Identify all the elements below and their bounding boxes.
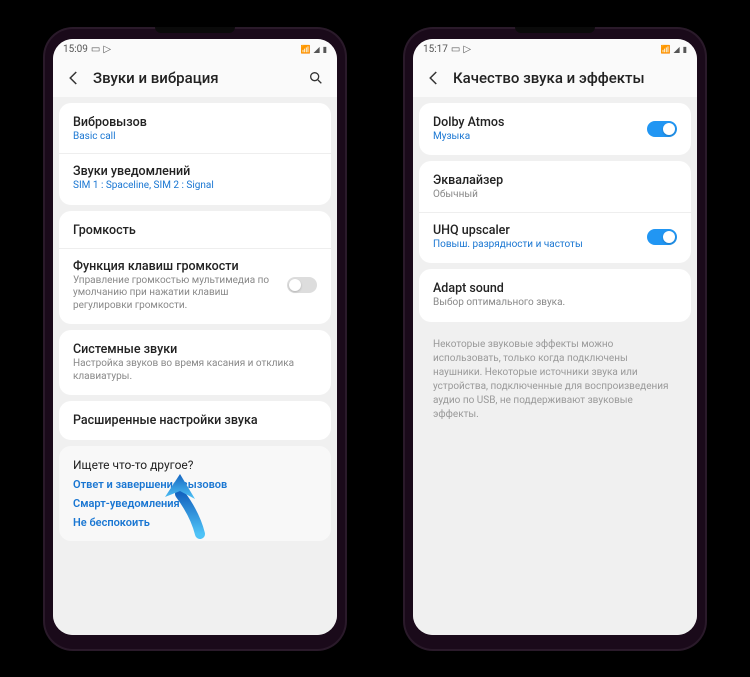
status-time: 15:17 <box>423 44 448 55</box>
card-system-sounds: Системные звуки Настройка звуков во врем… <box>59 330 331 395</box>
back-icon[interactable] <box>65 69 83 87</box>
status-time: 15:09 <box>63 44 88 55</box>
row-subtitle: Basic call <box>73 131 317 144</box>
row-title: Функция клавиш громкости <box>73 259 317 274</box>
toggle-volume-keys[interactable] <box>287 277 317 293</box>
page-title: Звуки и вибрация <box>93 69 297 87</box>
row-title: Adapt sound <box>433 281 677 296</box>
row-notification-sounds[interactable]: Звуки уведомлений SIM 1 : Spaceline, SIM… <box>59 153 331 203</box>
wifi-icon: 📶 <box>660 45 670 54</box>
toggle-dolby-atmos[interactable] <box>647 121 677 137</box>
signal-icon: ◢ <box>673 45 679 54</box>
notification-icon: ▭ <box>451 44 460 55</box>
looking-for-title: Ищете что-то другое? <box>73 458 317 472</box>
back-icon[interactable] <box>425 69 443 87</box>
row-subtitle: SIM 1 : Spaceline, SIM 2 : Signal <box>73 180 317 193</box>
row-title: Системные звуки <box>73 342 317 357</box>
notification-icon: ▭ <box>91 44 100 55</box>
wifi-icon: 📶 <box>300 45 310 54</box>
phone-right: 15:17 ▭ ▷ 📶 ◢ ▮ Качество звука и эффекты… <box>405 29 705 649</box>
footer-links: Ответ и завершение вызовов Смарт-уведомл… <box>73 478 317 529</box>
link-smart-notifications[interactable]: Смарт-уведомления <box>73 497 317 510</box>
toggle-uhq-upscaler[interactable] <box>647 229 677 245</box>
row-subtitle: Музыка <box>433 131 677 144</box>
row-volume-keys-function[interactable]: Функция клавиш громкости Управление гром… <box>59 248 331 323</box>
signal-icon: ◢ <box>313 45 319 54</box>
battery-icon: ▮ <box>323 45 327 54</box>
notification-icon: ▷ <box>463 44 471 55</box>
footer-note: Некоторые звуковые эффекты можно использ… <box>419 328 691 426</box>
row-title: Звуки уведомлений <box>73 164 317 179</box>
row-title: Вибровызов <box>73 115 317 130</box>
settings-content: Dolby Atmos Музыка Эквалайзер Обычный UH… <box>413 97 697 635</box>
row-subtitle: Обычный <box>433 189 677 202</box>
card-adapt-sound: Adapt sound Выбор оптимального звука. <box>419 269 691 322</box>
status-bar: 15:09 ▭ ▷ 📶 ◢ ▮ <box>53 39 337 61</box>
card-dolby: Dolby Atmos Музыка <box>419 103 691 156</box>
card-volume: Громкость Функция клавиш громкости Управ… <box>59 211 331 325</box>
row-advanced-sound-settings[interactable]: Расширенные настройки звука <box>59 403 331 438</box>
row-title: UHQ upscaler <box>433 223 677 238</box>
row-vibration-call[interactable]: Вибровызов Basic call <box>59 105 331 154</box>
page-header: Качество звука и эффекты <box>413 61 697 97</box>
row-uhq-upscaler[interactable]: UHQ upscaler Повыш. разрядности и частот… <box>419 212 691 262</box>
row-title: Dolby Atmos <box>433 115 677 130</box>
row-title: Расширенные настройки звука <box>73 413 317 428</box>
page-header: Звуки и вибрация <box>53 61 337 97</box>
link-do-not-disturb[interactable]: Не беспокоить <box>73 516 317 529</box>
screen-right: 15:17 ▭ ▷ 📶 ◢ ▮ Качество звука и эффекты… <box>413 39 697 635</box>
card-advanced-sound: Расширенные настройки звука <box>59 401 331 440</box>
row-subtitle: Настройка звуков во время касания и откл… <box>73 358 317 383</box>
looking-for-card: Ищете что-то другое? Ответ и завершение … <box>59 446 331 541</box>
battery-icon: ▮ <box>683 45 687 54</box>
settings-content: Вибровызов Basic call Звуки уведомлений … <box>53 97 337 635</box>
row-subtitle: Повыш. разрядности и частоты <box>433 239 677 252</box>
row-subtitle: Выбор оптимального звука. <box>433 297 677 310</box>
card-eq-uhq: Эквалайзер Обычный UHQ upscaler Повыш. р… <box>419 161 691 263</box>
search-icon[interactable] <box>307 69 325 87</box>
notification-icon: ▷ <box>103 44 111 55</box>
row-volume[interactable]: Громкость <box>59 213 331 248</box>
row-title: Громкость <box>73 223 317 238</box>
link-answer-end-calls[interactable]: Ответ и завершение вызовов <box>73 478 317 491</box>
phone-left: 15:09 ▭ ▷ 📶 ◢ ▮ Звуки и вибрация Вибровы <box>45 29 345 649</box>
row-equalizer[interactable]: Эквалайзер Обычный <box>419 163 691 212</box>
row-system-sounds[interactable]: Системные звуки Настройка звуков во врем… <box>59 332 331 393</box>
row-subtitle: Управление громкостью мультимедиа по умо… <box>73 275 317 313</box>
status-bar: 15:17 ▭ ▷ 📶 ◢ ▮ <box>413 39 697 61</box>
card-ringtone: Вибровызов Basic call Звуки уведомлений … <box>59 103 331 205</box>
row-title: Эквалайзер <box>433 173 677 188</box>
row-adapt-sound[interactable]: Adapt sound Выбор оптимального звука. <box>419 271 691 320</box>
row-dolby-atmos[interactable]: Dolby Atmos Музыка <box>419 105 691 154</box>
screen-left: 15:09 ▭ ▷ 📶 ◢ ▮ Звуки и вибрация Вибровы <box>53 39 337 635</box>
page-title: Качество звука и эффекты <box>453 69 685 87</box>
